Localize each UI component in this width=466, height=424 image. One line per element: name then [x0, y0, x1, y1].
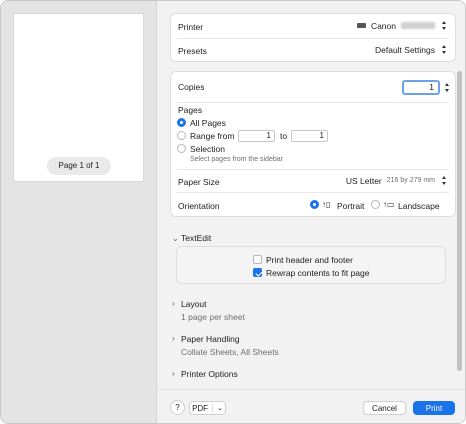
paper-size-row: Paper Size US Letter 216 by 279 mm: [171, 170, 455, 192]
portrait-radio[interactable]: [310, 200, 319, 209]
all-pages-label: All Pages: [190, 118, 226, 128]
textedit-card: Print header and footer Rewrap contents …: [176, 246, 446, 284]
pages-label: Pages: [178, 105, 203, 115]
printer-name: Canon: [370, 20, 396, 31]
dialog-footer: ? PDF ⌄ Cancel Print: [158, 389, 465, 423]
divider: [177, 102, 449, 103]
printer-icon: [356, 23, 366, 28]
range-from-label: Range from: [190, 131, 235, 141]
cancel-button[interactable]: Cancel: [363, 401, 406, 415]
preview-pane: Page 1 of 1: [1, 1, 157, 423]
printer-popup[interactable]: Canon: [356, 20, 449, 31]
layout-section-subtitle: 1 page per sheet: [181, 312, 245, 322]
printer-name-redacted: [401, 22, 435, 29]
chevron-down-icon: ⌄: [217, 404, 223, 412]
range-radio[interactable]: [177, 131, 186, 140]
landscape-icon: ↑▭: [383, 200, 395, 209]
selection-hint: Select pages from the sidebar: [190, 156, 283, 163]
chevron-right-icon[interactable]: ›: [172, 369, 175, 378]
presets-row: Presets Default Settings: [171, 39, 455, 63]
rewrap-label: Rewrap contents to fit page: [266, 268, 370, 278]
orientation-row: Orientation ↑▯ Portrait ↑▭ Landscape: [171, 193, 455, 217]
printer-row: Printer Canon: [171, 14, 455, 38]
printer-label: Printer: [178, 22, 204, 32]
help-button[interactable]: ?: [170, 400, 185, 415]
presets-popup[interactable]: Default Settings: [375, 44, 449, 55]
copies-stepper[interactable]: [443, 82, 452, 93]
print-dialog: Page 1 of 1 Printer Canon Presets Defaul…: [0, 0, 466, 424]
print-settings-card: Copies 1 Pages All Pages Range from 1 to…: [170, 71, 456, 217]
selection-radio[interactable]: [177, 144, 186, 153]
textedit-section-title[interactable]: TextEdit: [181, 233, 211, 243]
print-button[interactable]: Print: [413, 401, 455, 415]
rewrap-checkbox[interactable]: [253, 268, 262, 277]
paper-handling-section-subtitle: Collate Sheets, All Sheets: [181, 347, 279, 357]
scrollbar[interactable]: [455, 61, 463, 387]
chevron-right-icon[interactable]: ›: [172, 334, 175, 343]
all-pages-radio[interactable]: [177, 118, 186, 127]
copies-input[interactable]: 1: [402, 80, 440, 95]
printer-options-section-title[interactable]: Printer Options: [181, 369, 238, 379]
presets-label: Presets: [178, 46, 207, 56]
range-start-input[interactable]: 1: [238, 130, 275, 142]
presets-value: Default Settings: [374, 44, 435, 55]
layout-section-title[interactable]: Layout: [181, 299, 207, 309]
chevron-down-icon[interactable]: ⌄: [172, 234, 179, 243]
portrait-label: Portrait: [337, 201, 365, 211]
orientation-label: Orientation: [178, 201, 220, 211]
settings-pane: Printer Canon Presets Default Settings C…: [158, 1, 465, 423]
chevron-updown-icon: [440, 44, 449, 55]
copies-row: Copies 1: [171, 72, 455, 102]
printer-presets-card: Printer Canon Presets Default Settings: [170, 13, 456, 62]
print-header-footer-checkbox[interactable]: [253, 255, 262, 264]
range-to-label: to: [280, 131, 288, 141]
chevron-updown-icon: [440, 175, 449, 186]
pdf-label: PDF: [192, 403, 209, 413]
paper-size-dimensions: 216 by 279 mm: [386, 177, 435, 184]
paper-size-popup[interactable]: US Letter 216 by 279 mm: [346, 175, 449, 186]
pdf-menu-button[interactable]: PDF ⌄: [189, 401, 226, 415]
selection-label: Selection: [190, 144, 225, 154]
divider: [212, 403, 214, 413]
chevron-updown-icon: [440, 20, 449, 31]
paper-size-value: US Letter: [345, 175, 382, 186]
print-header-footer-label: Print header and footer: [266, 255, 353, 265]
page-indicator: Page 1 of 1: [47, 157, 111, 175]
paper-handling-section-title[interactable]: Paper Handling: [181, 334, 240, 344]
paper-size-label: Paper Size: [178, 177, 220, 187]
landscape-label: Landscape: [398, 201, 440, 211]
landscape-radio[interactable]: [371, 200, 380, 209]
range-end-input[interactable]: 1: [291, 130, 328, 142]
scrollbar-thumb[interactable]: [457, 71, 462, 371]
portrait-icon: ↑▯: [322, 200, 331, 209]
copies-label: Copies: [178, 82, 205, 92]
chevron-right-icon[interactable]: ›: [172, 299, 175, 308]
